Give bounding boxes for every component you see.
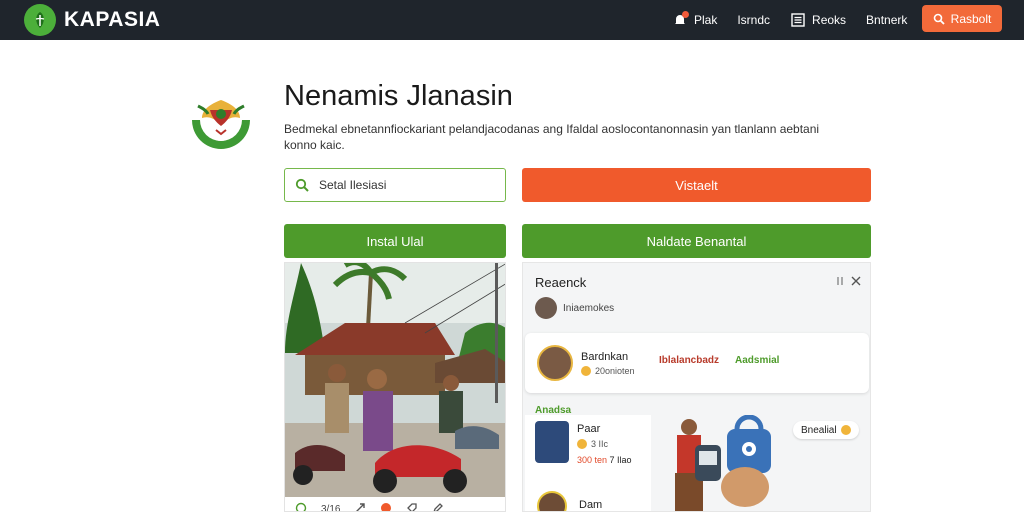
close-icon[interactable]: [851, 275, 861, 289]
avatar: [535, 421, 569, 463]
coin-icon: [840, 425, 851, 435]
top-cta-label: Rasbolt: [950, 11, 992, 26]
share-icon[interactable]: [354, 502, 366, 511]
expand-icon[interactable]: [836, 275, 844, 289]
post-meta: 20onioten: [581, 366, 635, 376]
photo-action-count: 3/16: [321, 503, 341, 512]
comment-icon[interactable]: [295, 502, 307, 511]
brand[interactable]: KAPASIA: [24, 0, 160, 40]
nav-label: Reoks: [812, 13, 847, 27]
promo-badge[interactable]: Bnealial: [793, 421, 859, 439]
nav-item-notifications[interactable]: Plak: [672, 11, 718, 28]
avatar: [537, 491, 567, 511]
edit-icon[interactable]: [432, 502, 444, 511]
village-photo: [285, 263, 505, 497]
badge-icon[interactable]: [380, 502, 392, 511]
brand-name: KAPASIA: [64, 8, 161, 31]
top-navbar: KAPASIA Plak Isrndc Reoks Bntnerk Rasbol…: [0, 0, 1024, 40]
page-title: Nenamis Jlanasin: [284, 80, 513, 112]
nav-label: Isrndc: [737, 13, 771, 27]
tag-icon[interactable]: [406, 502, 418, 511]
post-tag[interactable]: Aadsmial: [735, 355, 779, 366]
promo-illustration: Bnealial: [655, 414, 870, 511]
person-meta-text: 3 IIc: [591, 439, 609, 449]
promo-badge-label: Bnealial: [801, 424, 837, 436]
nav-label: Plak: [694, 13, 718, 27]
notification-dot: [682, 11, 689, 18]
person-name: Paar: [577, 423, 601, 435]
nav-item-second[interactable]: Isrndc: [737, 13, 770, 27]
hero-emblem-icon: [188, 86, 254, 152]
photo-card[interactable]: 3/16: [284, 262, 506, 512]
person-meta: 3 IIc: [577, 439, 608, 449]
search-icon: [295, 178, 309, 192]
mini-user-name: Iniaemokes: [563, 303, 615, 314]
photo-actions: 3/16: [285, 499, 505, 512]
top-cta-button[interactable]: Rasbolt: [922, 5, 1002, 32]
post-meta-text: 20onioten: [595, 366, 635, 376]
list-icon: [790, 12, 806, 28]
bell-icon: [672, 11, 689, 28]
price-extra: 7 Ilao: [609, 455, 632, 465]
panel-title: Reaenck: [535, 275, 587, 290]
updates-panel: Reaenck Iniaemokes Bardnkan 20onioten Ib…: [522, 262, 871, 512]
avatar[interactable]: [535, 297, 557, 319]
search-icon: [933, 13, 945, 25]
brand-logo-icon: [24, 4, 56, 36]
search-input[interactable]: [319, 178, 479, 192]
nav-item-third[interactable]: Reoks: [790, 12, 846, 28]
coin-icon: [581, 366, 591, 376]
nav-label: Bntnerk: [866, 13, 908, 27]
tab-left[interactable]: Instal Ulal: [284, 224, 506, 258]
person-name: Dam: [579, 499, 603, 511]
post-tag[interactable]: Iblalancbadz: [659, 355, 719, 366]
top-nav: Plak Isrndc Reoks Bntnerk: [672, 0, 907, 40]
person-price: 300 ten 7 Ilao: [577, 455, 632, 465]
tab-right[interactable]: Naldate Benantal: [522, 224, 871, 258]
search-field[interactable]: [284, 168, 506, 202]
coin-icon: [577, 439, 587, 449]
post-author: Bardnkan: [581, 351, 629, 363]
post-card[interactable]: Bardnkan 20onioten Iblalancbadz Aadsmial: [525, 333, 869, 393]
price-highlight: 300 ten: [577, 455, 608, 465]
avatar[interactable]: [537, 345, 573, 381]
search-button[interactable]: Vistaelt: [522, 168, 871, 202]
page-description: Bedmekal ebnetannfiockariant pelandjacod…: [284, 122, 820, 152]
person-card[interactable]: Paar 3 IIc 300 ten 7 Ilao Dam: [525, 415, 651, 511]
nav-item-fourth[interactable]: Bntnerk: [866, 13, 907, 27]
